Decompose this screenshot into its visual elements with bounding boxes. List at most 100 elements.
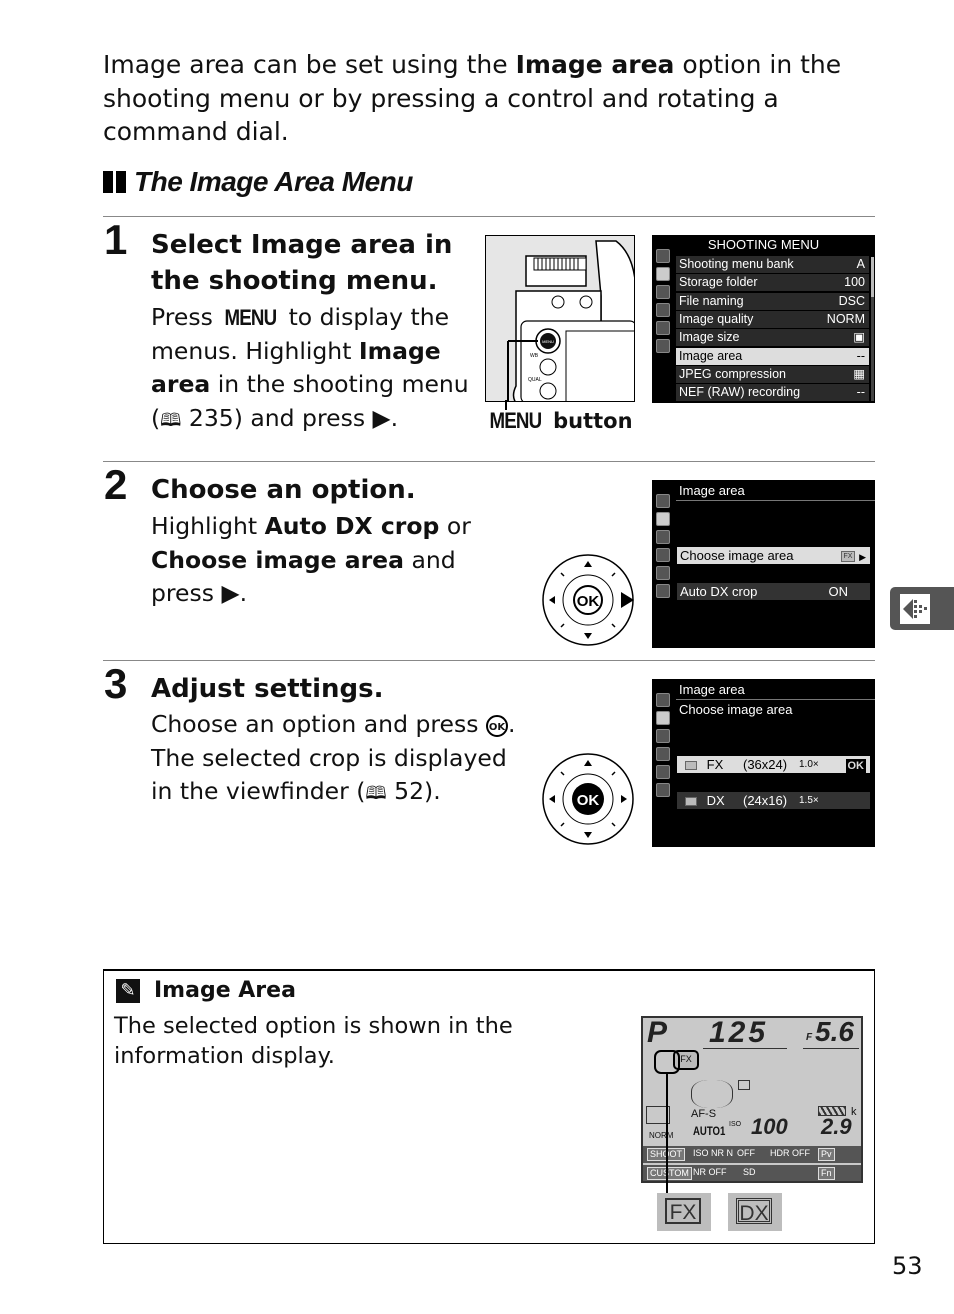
iso-nr-chip: ISO NR N <box>693 1148 734 1158</box>
option-auto-dx-crop[interactable]: Auto DX crop ON <box>677 583 870 600</box>
fx-label: FX <box>665 1198 701 1224</box>
divider <box>803 1048 859 1049</box>
menu-row[interactable]: Storage folder 100 <box>676 274 869 292</box>
section-marker-icon <box>103 171 126 193</box>
menu-row-value: -- <box>856 348 865 363</box>
camera-drawing: MENU WB QUAL <box>486 236 634 401</box>
retouch-icon <box>656 321 670 335</box>
menu-row-label: Image quality <box>679 311 754 326</box>
menu-row[interactable]: JPEG compression ▦ <box>676 365 869 383</box>
screen-title: Image area <box>679 682 745 697</box>
image-quality: NORM <box>649 1131 674 1140</box>
option-choose-image-area[interactable]: Choose image area FX ▶ <box>677 547 870 564</box>
menu-glyph: MENU <box>224 305 278 330</box>
choose-image-area-screen: Image area Choose image area FX (36x24) … <box>652 679 875 847</box>
adl-chip: OFF <box>737 1148 755 1158</box>
multi-selector-drawing: OK <box>542 753 634 845</box>
menu-row-value: -- <box>856 385 865 400</box>
playback-menu-icon <box>656 249 670 263</box>
metering-icon <box>738 1080 750 1090</box>
menu-tab-icons <box>654 693 672 801</box>
shooting-menu-icon <box>656 512 670 526</box>
intro-bold: Image area <box>515 50 675 79</box>
step-body: Highlight Auto DX crop or Choose image a… <box>151 510 521 611</box>
right-arrow-icon: ▶ <box>221 579 240 607</box>
ok-label: OK <box>577 593 600 610</box>
menu-row[interactable]: File naming DSC <box>676 292 869 310</box>
step-body: Press MENU to display the menus. Highlig… <box>151 301 471 437</box>
body-bold: Choose image area <box>151 545 404 574</box>
divider <box>103 216 875 217</box>
playback-menu-icon <box>656 494 670 508</box>
period: . <box>390 403 399 432</box>
menu-row[interactable]: Shooting menu bank A <box>676 256 869 273</box>
information-display: P 125 F 5.6 FX NORM AF-S AUTO1 ISO 100 2… <box>641 1016 863 1183</box>
svg-text:QUAL: QUAL <box>528 377 542 383</box>
step-number: 2 <box>104 461 128 508</box>
ok-label: OK <box>577 792 600 809</box>
step-body: Choose an option and press OK. The selec… <box>151 708 531 811</box>
divider <box>103 660 875 661</box>
body-text: Press <box>151 303 221 331</box>
my-menu-icon <box>656 783 670 797</box>
body-bold: Auto DX crop <box>264 512 440 540</box>
info-bar-top: SHOOT ISO NR N OFF HDR OFF Pv <box>643 1146 861 1163</box>
menu-row-value: ▣ <box>853 330 865 345</box>
custom-bank-chip: CUSTOM <box>647 1167 692 1180</box>
retouch-icon <box>656 765 670 779</box>
screen-title: Image area <box>679 483 745 498</box>
retouch-icon <box>656 566 670 580</box>
page-ref: 235) and press <box>181 403 373 432</box>
exposure-mode: P <box>647 1016 668 1049</box>
aperture-prefix: F <box>806 1032 813 1043</box>
option-size: (24x16) <box>743 793 788 808</box>
menu-row[interactable]: NEF (RAW) recording -- <box>676 384 869 402</box>
af-mode: AF-S <box>691 1108 717 1120</box>
option-label: FX <box>706 757 724 772</box>
option-dx[interactable]: DX (24x16) 1.5× <box>677 792 870 809</box>
dx-symbol: DX <box>728 1193 782 1231</box>
option-label: Auto DX crop <box>680 584 758 599</box>
menu-row[interactable]: Image size ▣ <box>676 329 869 347</box>
wrench-icon <box>656 303 670 317</box>
menu-row[interactable]: Image quality NORM <box>676 310 869 328</box>
camera-back-illustration: MENU WB QUAL <box>485 235 635 402</box>
menu-tab-icons <box>654 249 672 357</box>
shooting-menu-icon <box>656 267 670 281</box>
my-menu-icon <box>656 584 670 598</box>
playback-menu-icon <box>656 693 670 707</box>
multi-selector-drawing: OK <box>542 554 634 646</box>
body-text: or <box>439 512 471 540</box>
iso-value: 100 <box>751 1114 788 1139</box>
step-heading: Select Image area in the shooting menu. <box>151 227 471 299</box>
menu-row[interactable]: Image area -- <box>676 347 869 365</box>
picture-control-chip: SD <box>743 1167 756 1177</box>
svg-text:MENU: MENU <box>542 339 554 344</box>
shooting-menu-screen: SHOOTING MENU Shooting menu bank A Storage… <box>652 235 875 403</box>
scrollbar <box>871 257 874 401</box>
fx-frame-icon <box>685 761 697 771</box>
wrench-icon <box>656 747 670 761</box>
section-title-text: The Image Area Menu <box>134 166 413 197</box>
shooting-menu-side-tab <box>890 587 954 630</box>
menu-row-value: A <box>856 257 865 271</box>
remaining-unit: k <box>851 1106 857 1118</box>
menu-row-value: ▦ <box>853 366 865 381</box>
menu-row-value: DSC <box>838 293 865 308</box>
wrench-icon <box>656 548 670 562</box>
step-heading: Adjust settings. <box>151 674 384 704</box>
heading-text: Select <box>151 230 251 260</box>
option-fx[interactable]: FX (36x24) 1.0× OK <box>677 756 870 773</box>
option-crop: 1.5× <box>799 795 819 806</box>
iso-label: ISO <box>729 1121 742 1128</box>
page-ref: 52). <box>386 777 441 805</box>
callout-circle <box>654 1050 680 1074</box>
fn-chip: Fn <box>818 1167 835 1180</box>
shutter-speed: 125 <box>709 1016 769 1049</box>
menu-row-value: NORM <box>826 311 865 326</box>
battery-icon <box>818 1106 846 1116</box>
option-size: (36x24) <box>743 757 788 772</box>
menu-button-label: MENU button <box>485 408 633 434</box>
page-number: 53 <box>892 1252 923 1280</box>
pv-chip: Pv <box>818 1148 835 1161</box>
